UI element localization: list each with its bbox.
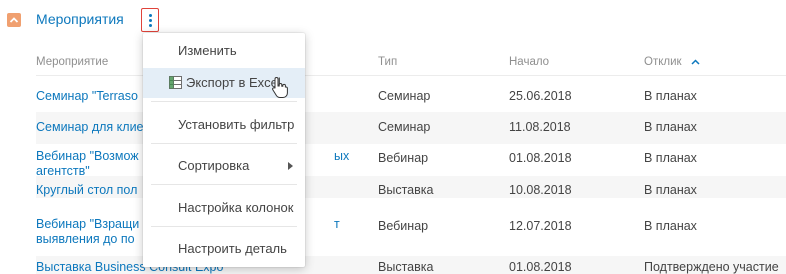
event-type: Вебинар — [378, 151, 429, 165]
event-link[interactable]: Семинар "Terraso — [36, 89, 138, 104]
event-start-date: 25.06.2018 — [509, 89, 572, 103]
dot — [149, 24, 152, 27]
excel-icon — [169, 76, 182, 89]
vertical-dots-icon — [149, 14, 152, 17]
event-type: Вебинар — [378, 219, 429, 233]
collapse-detail-button[interactable] — [7, 13, 21, 27]
column-header-type[interactable]: Тип — [378, 56, 397, 68]
event-type: Семинар — [378, 89, 431, 103]
menu-item-columns-setup[interactable]: Настройка колонок — [143, 193, 305, 223]
event-link[interactable]: Круглый стол пол — [36, 183, 137, 198]
event-response: В планах — [644, 151, 697, 165]
event-response: В планах — [644, 120, 697, 134]
column-header-response-label: Отклик — [644, 56, 682, 68]
event-link-tail[interactable]: ых — [334, 149, 349, 164]
menu-item-edit[interactable]: Изменить — [143, 36, 305, 66]
event-start-date: 01.08.2018 — [509, 151, 572, 165]
menu-item-export-label: Экспорт в Excel — [186, 75, 281, 90]
detail-title[interactable]: Мероприятия — [36, 11, 124, 27]
dot — [149, 19, 152, 22]
column-header-response[interactable]: Отклик — [644, 56, 700, 68]
column-header-start[interactable]: Начало — [509, 56, 549, 68]
event-type: Выставка — [378, 260, 434, 274]
event-response: В планах — [644, 183, 697, 197]
event-type: Выставка — [378, 183, 434, 197]
event-start-date: 10.08.2018 — [509, 183, 572, 197]
menu-item-detail-setup[interactable]: Настроить деталь — [143, 234, 305, 264]
sort-ascending-icon — [691, 59, 700, 65]
detail-actions-menu: Изменить Экспорт в Excel Установить филь… — [143, 33, 305, 267]
menu-item-sort-label: Сортировка — [178, 158, 250, 173]
event-link[interactable]: Семинар для клие — [36, 120, 144, 135]
detail-menu-button[interactable] — [141, 8, 159, 32]
event-link-line2[interactable]: выявления до по — [36, 232, 135, 247]
column-header-event[interactable]: Мероприятие — [36, 56, 108, 68]
event-type: Семинар — [378, 120, 431, 134]
event-start-date: 01.08.2018 — [509, 260, 572, 274]
menu-divider — [151, 184, 297, 185]
pointer-cursor-icon — [272, 76, 288, 98]
menu-item-sort[interactable]: Сортировка — [143, 151, 305, 181]
menu-divider — [151, 226, 297, 227]
menu-item-set-filter[interactable]: Установить фильтр — [143, 110, 305, 140]
menu-divider — [151, 143, 297, 144]
event-response: В планах — [644, 219, 697, 233]
event-link[interactable]: Вебинар "Взращи — [36, 217, 139, 232]
event-response: Подтверждено участие — [644, 260, 779, 274]
event-start-date: 11.08.2018 — [509, 120, 571, 134]
chevron-right-icon — [288, 162, 293, 170]
event-link[interactable]: Вебинар "Возмож — [36, 149, 139, 164]
chevron-up-icon — [9, 17, 19, 23]
menu-divider — [151, 101, 297, 102]
event-start-date: 12.07.2018 — [509, 219, 572, 233]
event-link-line2[interactable]: агентств" — [36, 164, 90, 179]
event-response: В планах — [644, 89, 697, 103]
event-link-tail[interactable]: т — [334, 217, 340, 232]
